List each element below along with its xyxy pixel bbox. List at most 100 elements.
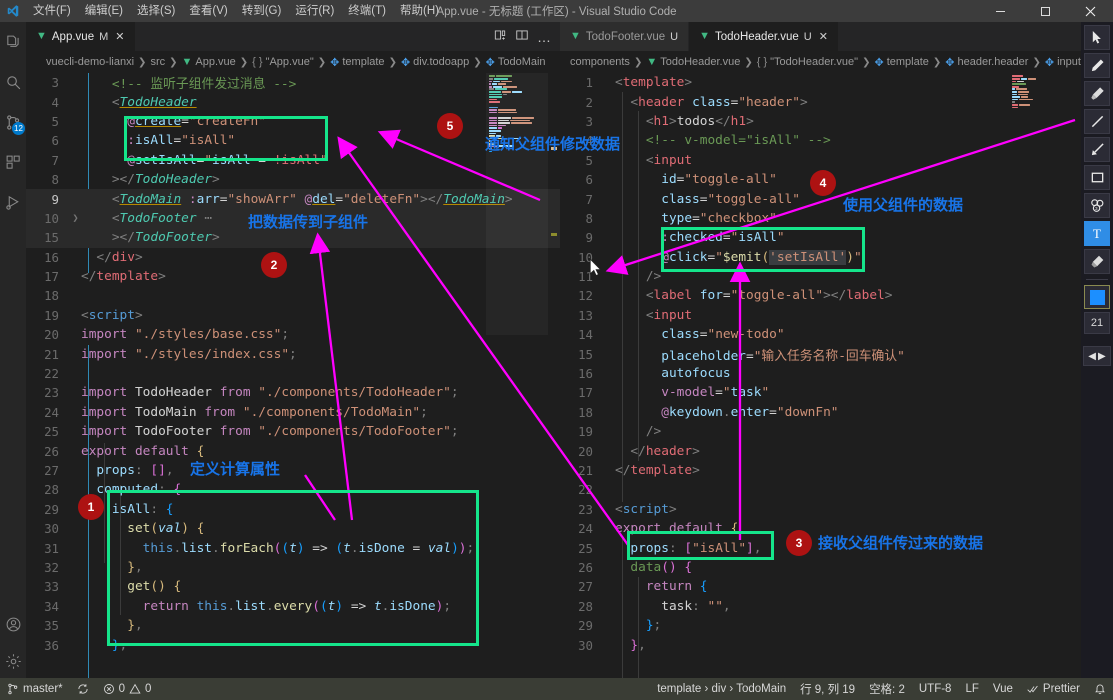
stroke-size-value[interactable]: 21 [1084,312,1110,334]
minimize-button[interactable] [978,0,1023,22]
more-actions-icon[interactable]: … [537,30,551,44]
editor-group-left: ▼ App.vue M ✕ … vuecli-demo-lianxi ❯ src… [26,22,560,678]
cursor-arrow-icon[interactable] [1084,25,1110,50]
sidebar-item-source-control[interactable]: 12 [0,102,26,142]
scrollbar-left[interactable] [548,73,560,678]
menu-bar[interactable]: 文件(F) 编辑(E) 选择(S) 查看(V) 转到(G) 运行(R) 终端(T… [26,0,446,22]
code-line: 19 <script> [44,307,143,323]
editor-content-right[interactable]: 1 <template> 2 <header class="header"> 3 … [560,73,1081,678]
pencil-icon[interactable] [1084,53,1110,78]
prev-icon[interactable]: ◀ [1088,351,1096,362]
tab-bar-right[interactable]: ▼ TodoFooter.vue U ▼ TodoHeader.vue U ✕ [560,22,1081,51]
marker-icon[interactable] [1084,81,1110,106]
status-prettier[interactable]: Prettier [1020,678,1087,700]
menu-go[interactable]: 转到(G) [235,0,289,22]
rectangle-icon[interactable] [1084,165,1110,190]
gear-icon[interactable] [0,644,26,678]
maximize-button[interactable] [1023,0,1068,22]
code-line: 9 <TodoMain :arr="showArr" @del="deleteF… [26,189,560,209]
menu-select[interactable]: 选择(S) [130,0,182,22]
menu-file[interactable]: 文件(F) [26,0,78,22]
braces-icon: { } [252,56,263,68]
status-cursor-position[interactable]: 行 9, 列 19 [793,678,862,700]
code-line: 31 this.list.forEach((t) => (t.isDone = … [44,540,475,556]
minimap-left[interactable] [486,73,548,678]
menu-terminal[interactable]: 终端(T) [341,0,393,22]
code-line: 35 }, [44,618,143,634]
tab-todoheader-vue[interactable]: ▼ TodoHeader.vue U ✕ [689,22,839,51]
status-breadcrumb[interactable]: template › div › TodoMain [650,678,793,700]
toolbar-divider [1086,279,1108,280]
account-icon[interactable] [0,604,26,644]
eraser-icon[interactable] [1084,249,1110,274]
breadcrumb-right[interactable]: components ❯ ▼ TodoHeader.vue ❯ { } "TodoH… [560,51,1081,73]
window-controls[interactable] [978,0,1113,22]
activity-bar[interactable]: 12 [0,22,26,678]
fold-chevron-icon[interactable]: ❯ [70,213,81,224]
tab-label: TodoHeader.vue [715,30,799,43]
line-icon[interactable] [1084,109,1110,134]
close-icon[interactable]: ✕ [819,30,828,43]
sidebar-item-search[interactable] [0,62,26,102]
code-line: 18 [44,288,59,304]
editor-content-left[interactable]: 3 <!-- 监听子组件发过消息 --> 4 <TodoHeader 5 @cr… [26,73,560,678]
code-line: 9 :checked="isAll" [585,230,785,246]
mosaic-icon[interactable]: 3 [1084,193,1110,218]
tab-bar-left[interactable]: ▼ App.vue M ✕ … [26,22,560,51]
status-bar[interactable]: master* 0 0 template › div › TodoMain 行 … [0,678,1113,700]
text-T-icon[interactable]: T [1084,221,1110,246]
code-line: 5 @create="createFn" [51,113,266,129]
menu-view[interactable]: 查看(V) [182,0,234,22]
status-notifications[interactable] [1087,678,1113,700]
tab-label: App.vue [51,30,95,43]
code-line: 27 props: [], [44,463,174,478]
next-icon[interactable]: ▶ [1098,351,1106,362]
sidebar-item-explorer[interactable] [0,22,26,62]
menu-run[interactable]: 运行(R) [288,0,341,22]
breadcrumb-item-2: ▼ App.vue [181,56,236,68]
status-problems[interactable]: 0 0 [96,678,159,700]
split-editor-icon[interactable] [493,28,507,45]
code-line: 26 data() { [578,559,693,575]
code-lines-right[interactable]: 1 <template> 2 <header class="header"> 3 … [560,73,1081,678]
status-right[interactable]: template › div › TodoMain 行 9, 列 19 空格: … [650,678,1113,700]
minimap-right[interactable] [1009,73,1071,678]
vue-icon: ▼ [570,30,581,42]
code-line: 25 import TodoFooter from "./components/T… [44,424,459,440]
code-line: 29 }; [578,618,662,634]
status-encoding[interactable]: UTF-8 [912,678,959,700]
annotation-toolbar[interactable]: 3 T 21 ◀ ▶ [1081,22,1113,678]
status-branch[interactable]: master* [0,678,70,700]
status-sync[interactable] [70,678,96,700]
status-language-mode[interactable]: Vue [986,678,1020,700]
code-line: 4 <TodoHeader [51,94,197,110]
menu-help[interactable]: 帮助(H) [393,0,446,22]
code-line: 6 :isAll="isAll" [51,133,236,149]
tab-dirty-state: U [670,30,679,43]
error-count: 0 [118,683,126,695]
sidebar-item-extensions[interactable] [0,142,26,182]
code-lines-left[interactable]: 3 <!-- 监听子组件发过消息 --> 4 <TodoHeader 5 @cr… [26,73,560,678]
arrow-icon[interactable] [1084,137,1110,162]
tab-app-vue[interactable]: ▼ App.vue M ✕ [26,22,136,51]
breadcrumb-item-0: components [570,56,630,68]
breadcrumb-left[interactable]: vuecli-demo-lianxi ❯ src ❯ ▼ App.vue ❯ { … [26,51,560,73]
sidebar-item-run-debug[interactable] [0,182,26,222]
scrollbar-right[interactable] [1069,73,1081,678]
editor-layout-icon[interactable] [515,28,529,45]
menu-edit[interactable]: 编辑(E) [78,0,130,22]
symbol-field-icon: ✥ [874,56,884,69]
close-button[interactable] [1068,0,1113,22]
code-line: 17 v-model="task" [578,385,770,401]
tab-todofooter-vue[interactable]: ▼ TodoFooter.vue U [560,22,690,51]
code-line: 7 class="toggle-all" [585,191,800,207]
color-swatch-button[interactable] [1084,285,1110,309]
code-line: 21 import "./styles/index.css"; [44,346,297,362]
code-line: 21 </template> [578,463,700,478]
toolbar-nav[interactable]: ◀ ▶ [1083,346,1111,366]
tab-actions-left[interactable]: … [484,22,560,51]
status-indentation[interactable]: 空格: 2 [862,678,912,700]
close-icon[interactable]: ✕ [115,30,124,43]
status-eol[interactable]: LF [958,678,985,700]
code-line: 8 type="checkbox" [585,210,777,226]
